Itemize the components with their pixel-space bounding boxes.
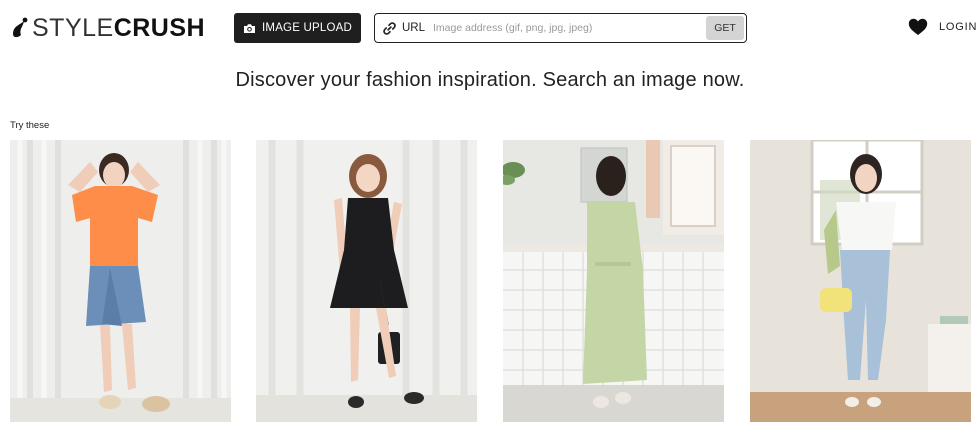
url-label: URL <box>402 22 426 34</box>
image-upload-label: IMAGE UPLOAD <box>262 22 352 34</box>
page-headline: Discover your fashion inspiration. Searc… <box>235 69 745 91</box>
url-input[interactable] <box>433 18 706 38</box>
suggestion-image-4[interactable] <box>750 140 971 422</box>
brand-logo[interactable]: STYLE CRUSH <box>10 14 205 42</box>
suggestion-photo-4 <box>750 140 971 422</box>
suggestion-photo-1 <box>10 140 231 422</box>
url-search-bar: URL GET <box>374 13 747 43</box>
login-link[interactable]: LOGIN <box>939 21 977 33</box>
link-icon <box>383 21 396 35</box>
suggestion-image-3[interactable] <box>503 140 724 422</box>
suggestion-image-1[interactable] <box>10 140 231 422</box>
suggestion-photo-3 <box>503 140 724 422</box>
get-button[interactable]: GET <box>706 16 744 40</box>
brand-name-style: STYLE <box>32 14 114 42</box>
image-upload-button[interactable]: IMAGE UPLOAD <box>234 13 361 43</box>
brand-name-crush: CRUSH <box>113 14 206 42</box>
try-these-label: Try these <box>10 120 50 131</box>
page: STYLECRUSH IMAGE UPLOAD URL GET LOGIN Di… <box>0 0 980 431</box>
heart-icon[interactable] <box>908 18 928 36</box>
suggestion-photo-2 <box>256 140 477 422</box>
camera-icon <box>244 23 256 33</box>
brand-mark-icon <box>13 17 28 38</box>
suggestion-image-2[interactable] <box>256 140 477 422</box>
